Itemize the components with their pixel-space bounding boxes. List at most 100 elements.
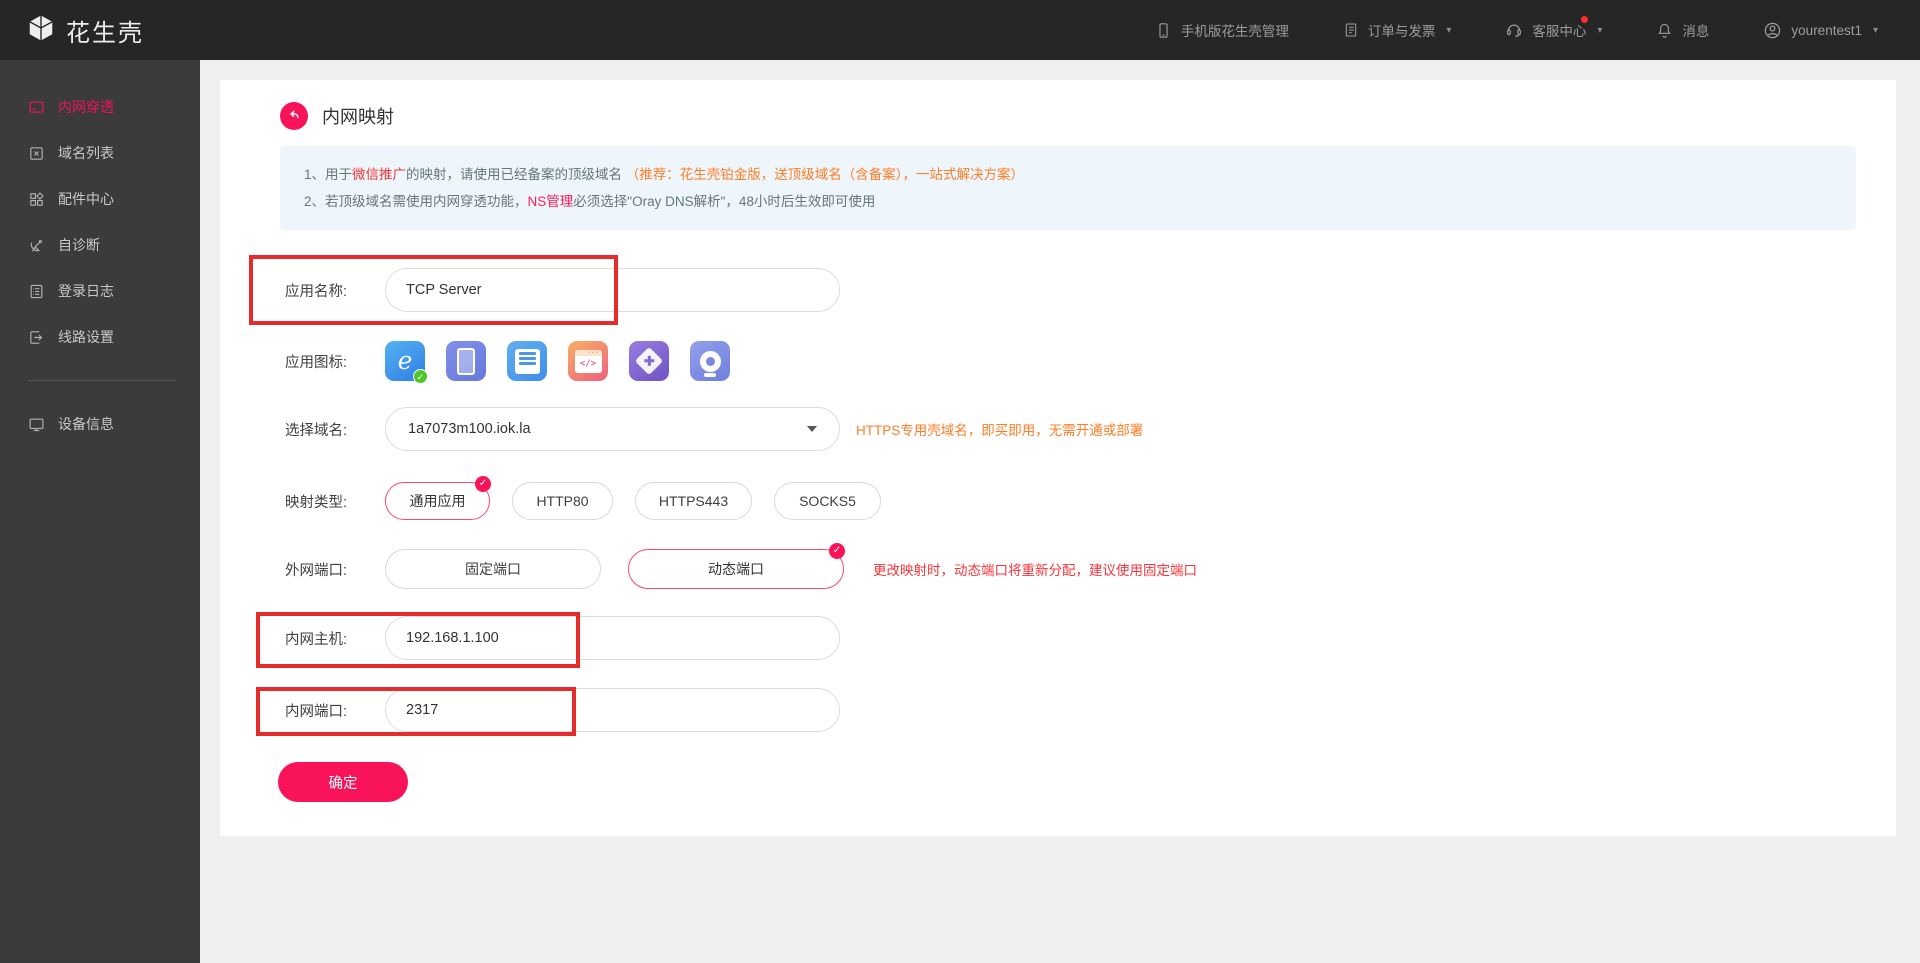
- route-arrow-icon: [28, 329, 45, 346]
- nav-account[interactable]: yourentest1 ▾: [1763, 21, 1878, 40]
- log-list-icon: [28, 283, 45, 300]
- notice-box: 1、用于微信推广的映射，请使用已经备案的顶级域名 （推荐：花生壳铂金版，送顶级域…: [280, 146, 1856, 230]
- top-bar: 花生壳 手机版花生壳管理 订单与发票 ▾: [0, 0, 1920, 60]
- ext-port-option-dynamic[interactable]: 动态端口 ✓: [628, 549, 844, 589]
- sidebar-item-label: 自诊断: [58, 235, 100, 255]
- notice-wechat-link[interactable]: 微信推广: [352, 167, 406, 182]
- server-icon: [515, 349, 540, 374]
- page-header: 内网映射: [280, 102, 394, 130]
- app-name-row: 应用名称:: [285, 268, 840, 312]
- sidebar-item-login-log[interactable]: 登录日志: [0, 268, 200, 314]
- sidebar-menu: 内网穿透 域名列表 配件中心: [0, 60, 200, 447]
- domain-grid-icon: [28, 145, 45, 162]
- app-logo[interactable]: 花生壳: [26, 13, 144, 48]
- back-arrow-icon: [286, 107, 302, 126]
- nav-messages[interactable]: 消息: [1656, 20, 1709, 40]
- webcam-icon: [700, 351, 721, 372]
- content-card: 内网映射 1、用于微信推广的映射，请使用已经备案的顶级域名 （推荐：花生壳铂金版…: [220, 80, 1896, 836]
- components-grid-icon: [28, 191, 45, 208]
- sidebar-item-device-info[interactable]: 设备信息: [0, 401, 200, 447]
- notice-ns-link[interactable]: NS管理: [528, 194, 574, 209]
- map-type-option-http80[interactable]: HTTP80: [512, 482, 613, 520]
- nav-label: 手机版花生壳管理: [1181, 20, 1289, 40]
- domain-select-value: 1a7073m100.iok.la: [408, 421, 531, 437]
- app-icon-webcam[interactable]: [690, 341, 730, 381]
- back-button[interactable]: [280, 102, 308, 130]
- notification-dot: [1581, 16, 1588, 23]
- chevron-down-icon: ▾: [1597, 25, 1602, 36]
- ie-e-glyph: e: [398, 348, 413, 373]
- dropdown-caret-icon: [807, 426, 817, 432]
- notice-text: 必须选择"Oray DNS解析"，48小时后生效即可使用: [573, 194, 875, 209]
- headset-icon: [1505, 21, 1523, 39]
- bell-icon: [1656, 22, 1673, 39]
- page-title: 内网映射: [322, 103, 394, 129]
- domain-row: 选择域名: 1a7073m100.iok.la HTTPS专用壳域名，即买即用，…: [285, 407, 1143, 451]
- code-window-icon: ••• </>: [575, 350, 602, 373]
- nav-mobile-manage[interactable]: 手机版花生壳管理: [1155, 20, 1289, 40]
- confirm-button[interactable]: 确定: [278, 762, 408, 802]
- ext-port-label: 外网端口:: [285, 559, 385, 580]
- map-type-row: 映射类型: 通用应用 ✓ HTTP80 HTTPS443 SOCKS5: [285, 482, 903, 520]
- domain-label: 选择域名:: [285, 419, 385, 440]
- sidebar-item-self-diagnosis[interactable]: 自诊断: [0, 222, 200, 268]
- app-icon-code-window[interactable]: ••• </>: [568, 341, 608, 381]
- nav-label: yourentest1: [1791, 23, 1862, 38]
- nav-support-center[interactable]: 客服中心 ▾: [1505, 20, 1602, 40]
- map-type-option-socks5[interactable]: SOCKS5: [774, 482, 881, 520]
- ext-port-row: 外网端口: 固定端口 动态端口 ✓ 更改映射时，动态端口将重新分配，建议使用固定…: [285, 549, 1197, 589]
- notice-text: 2、若顶级域名需使用内网穿透功能，: [304, 194, 528, 209]
- map-type-label: 映射类型:: [285, 491, 385, 512]
- sidebar-item-label: 登录日志: [58, 281, 114, 301]
- peanut-shell-cube-icon: [26, 13, 56, 48]
- ext-port-note: 更改映射时，动态端口将重新分配，建议使用固定端口: [873, 559, 1197, 579]
- map-type-option-https443[interactable]: HTTPS443: [635, 482, 752, 520]
- sidebar-item-domain-list[interactable]: 域名列表: [0, 130, 200, 176]
- selected-check-icon: ✓: [413, 369, 428, 384]
- app-name-label: 应用名称:: [285, 280, 385, 301]
- selected-check-icon: ✓: [829, 543, 845, 559]
- nav-label: 消息: [1682, 20, 1709, 40]
- sidebar-item-route-settings[interactable]: 线路设置: [0, 314, 200, 360]
- app-icon-row: 应用图标: e ✓ ••• </>: [285, 341, 730, 381]
- notice-recommend-link[interactable]: （推荐：花生壳铂金版，送顶级域名（含备案），一站式解决方案）: [626, 167, 1024, 182]
- ext-port-option-fixed[interactable]: 固定端口: [385, 549, 601, 589]
- nav-orders-invoices[interactable]: 订单与发票 ▾: [1343, 20, 1452, 40]
- chevron-down-icon: ▾: [1873, 25, 1878, 36]
- domain-select[interactable]: 1a7073m100.iok.la: [385, 407, 840, 451]
- monitor-icon: [28, 99, 45, 116]
- phone-icon: [1155, 22, 1172, 39]
- sidebar: 内网穿透 域名列表 配件中心: [0, 60, 200, 963]
- lan-port-label: 内网端口:: [285, 700, 385, 721]
- router-icon: ✚: [635, 347, 663, 375]
- app-icon-tablet[interactable]: [446, 341, 486, 381]
- selected-check-icon: ✓: [475, 476, 491, 492]
- domain-note: HTTPS专用壳域名，即买即用，无需开通或部署: [856, 419, 1143, 439]
- user-icon: [1763, 21, 1782, 40]
- map-type-option-generic[interactable]: 通用应用 ✓: [385, 482, 490, 520]
- app-icon-label: 应用图标:: [285, 351, 385, 372]
- app-icon-ie-browser[interactable]: e ✓: [385, 341, 425, 381]
- sidebar-item-accessory-center[interactable]: 配件中心: [0, 176, 200, 222]
- pill-label: HTTPS443: [659, 493, 728, 509]
- pill-label: 通用应用: [410, 491, 466, 511]
- logo-text: 花生壳: [66, 13, 144, 48]
- app-icon-server[interactable]: [507, 341, 547, 381]
- notice-line-1: 1、用于微信推广的映射，请使用已经备案的顶级域名 （推荐：花生壳铂金版，送顶级域…: [304, 161, 1832, 188]
- lan-port-input[interactable]: [385, 688, 840, 732]
- satellite-dish-icon: [28, 237, 45, 254]
- chevron-down-icon: ▾: [1446, 25, 1451, 36]
- sidebar-item-label: 域名列表: [58, 143, 114, 163]
- tablet-icon: [457, 348, 475, 375]
- app-name-input[interactable]: [385, 268, 840, 312]
- device-monitor-icon: [28, 416, 45, 433]
- pill-label: 动态端口: [708, 559, 764, 579]
- sidebar-item-label: 内网穿透: [58, 97, 114, 117]
- app-icon-router[interactable]: ✚: [629, 341, 669, 381]
- sidebar-item-label: 设备信息: [58, 414, 114, 434]
- sidebar-divider: [28, 380, 176, 381]
- lan-port-row: 内网端口:: [285, 688, 840, 732]
- lan-host-row: 内网主机:: [285, 616, 840, 660]
- sidebar-item-intranet-penetration[interactable]: 内网穿透: [0, 84, 200, 130]
- lan-host-input[interactable]: [385, 616, 840, 660]
